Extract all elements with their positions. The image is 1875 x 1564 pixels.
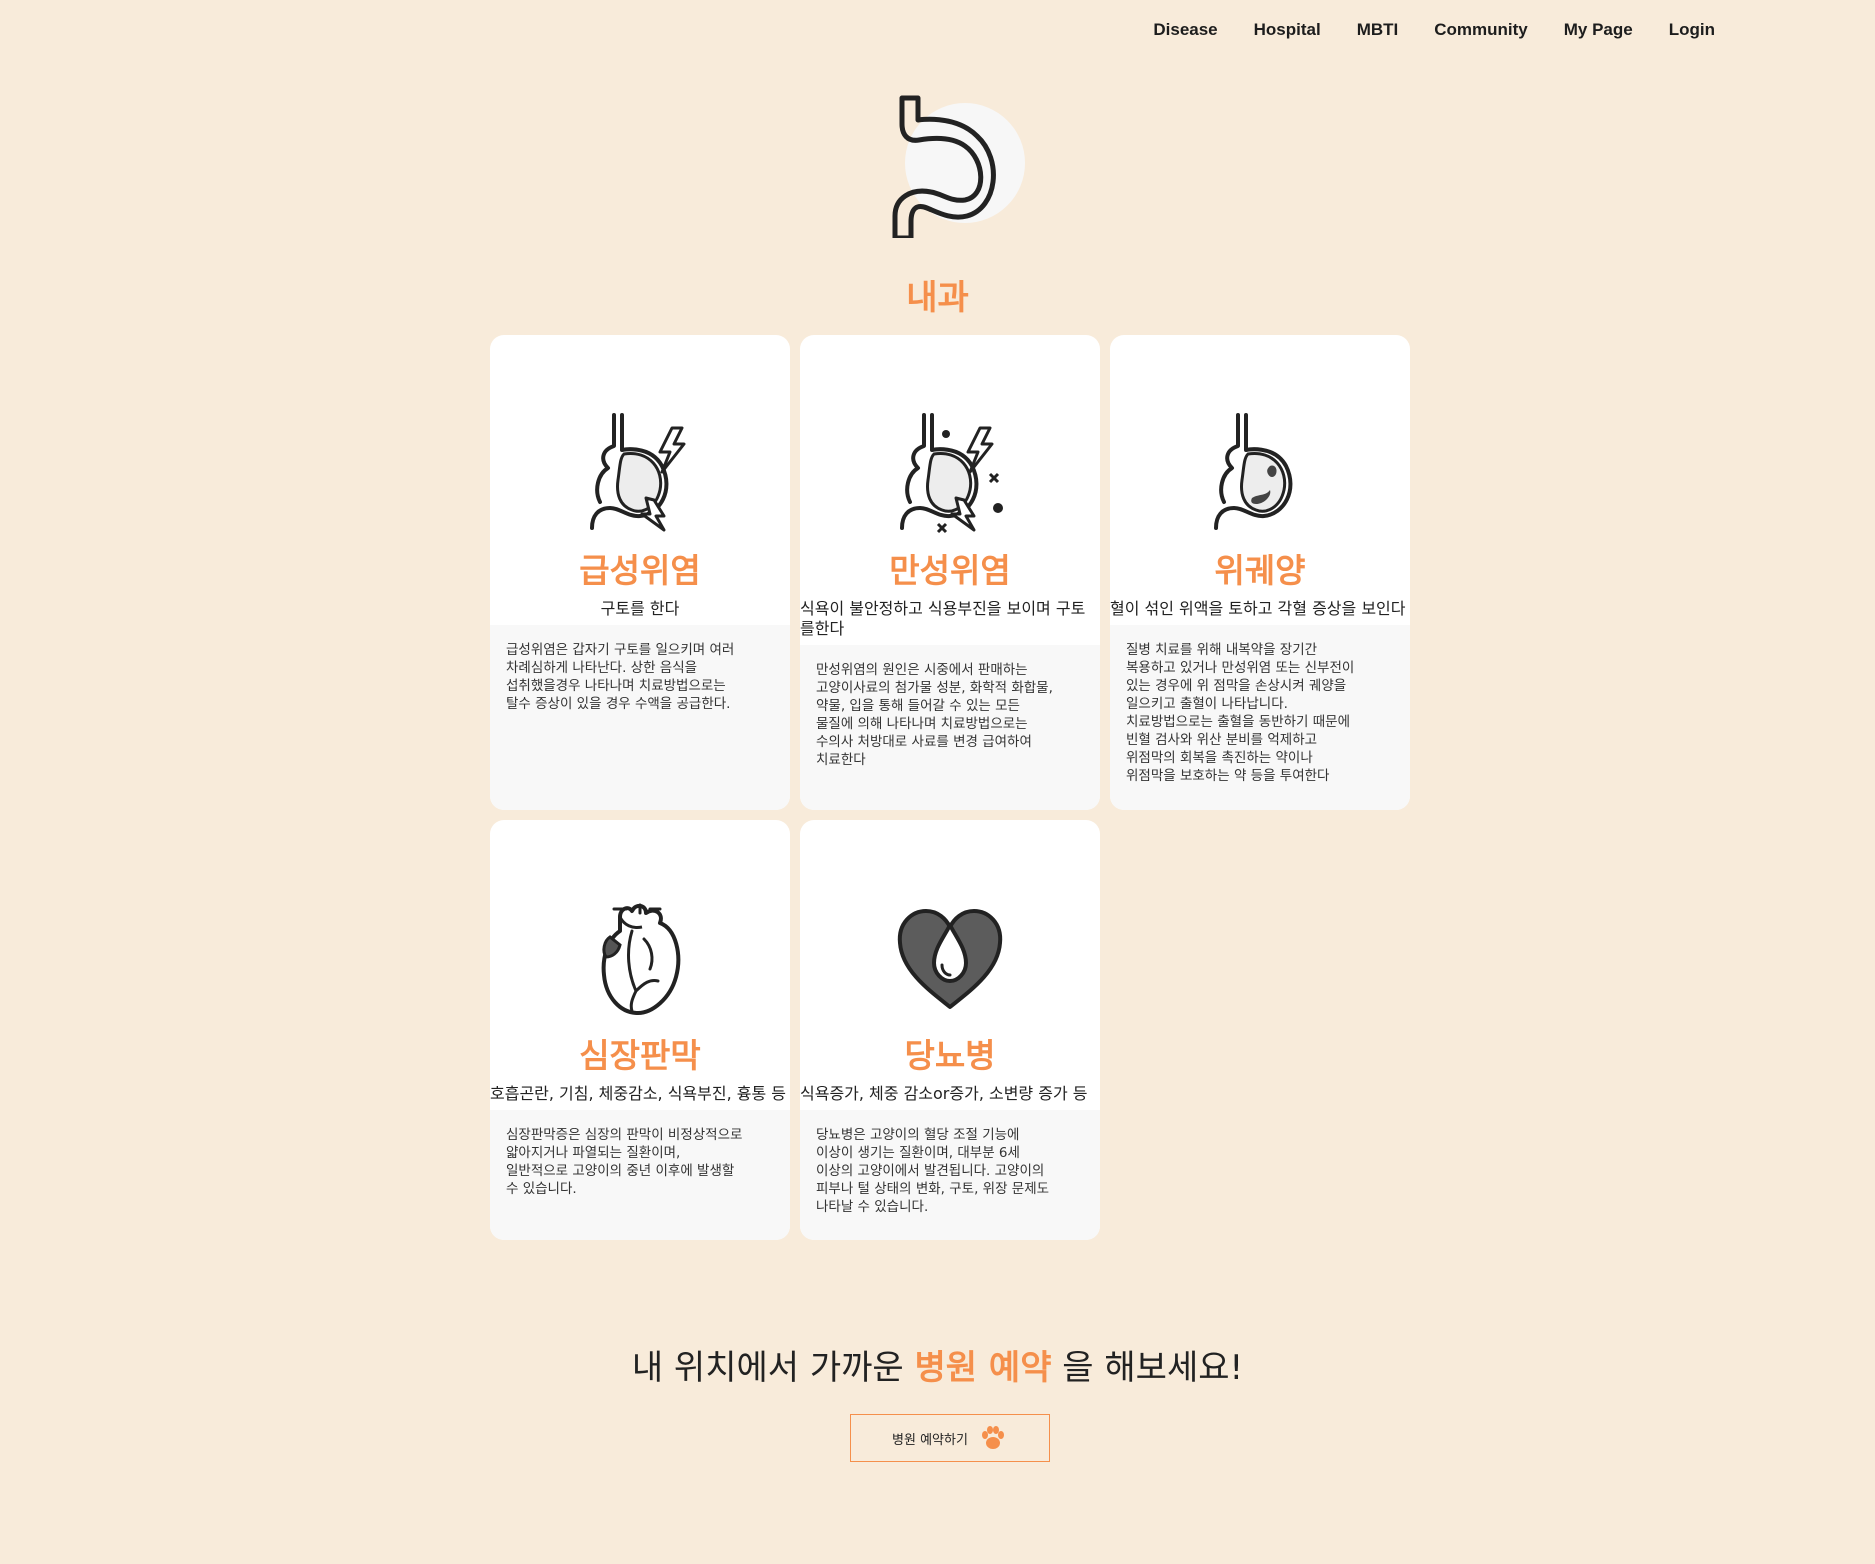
disease-name: 만성위염 (889, 551, 1011, 590)
cta-prefix: 내 위치에서 가까운 (631, 1348, 915, 1388)
stomach-icon (885, 88, 1025, 241)
disease-symptom: 혈이 섞인 위액을 토하고 각혈 증상을 보인다 (1110, 599, 1406, 619)
nav-community[interactable]: Community (1434, 20, 1528, 40)
disease-name: 위궤양 (1214, 551, 1306, 590)
top-nav: Disease Hospital MBTI Community My Page … (1153, 20, 1715, 40)
page-title: 내과 (906, 278, 969, 318)
disease-symptom: 식욕이 불안정하고 식용부진을 보이며 구토를한다 (800, 599, 1086, 639)
disease-description: 당뇨병은 고양이의 혈당 조절 기능에 이상이 생기는 질환이며, 대부분 6세… (800, 1110, 1100, 1240)
hospital-reservation-button[interactable]: 병원 예약하기 (850, 1414, 1050, 1462)
heart-organ-icon (601, 903, 681, 1015)
disease-description: 만성위염의 원인은 시중에서 판매하는 고양이사료의 첨가물 성분, 화학적 화… (800, 645, 1100, 810)
disease-card[interactable]: 위궤양 혈이 섞인 위액을 토하고 각혈 증상을 보인다 질병 치료를 위해 내… (1110, 335, 1410, 810)
cta-highlight: 병원 예약 (914, 1348, 1052, 1388)
nav-mbti[interactable]: MBTI (1357, 20, 1399, 40)
disease-symptom: 구토를 한다 (600, 599, 680, 619)
heart-drop-icon (897, 909, 1003, 1009)
nav-disease[interactable]: Disease (1153, 20, 1217, 40)
paw-icon (981, 1426, 1004, 1449)
disease-card[interactable]: 급성위염 구토를 한다 급성위염은 갑자기 구토를 일으키며 여러 차례심하게 … (490, 335, 790, 810)
disease-symptom: 호흡곤란, 기침, 체중감소, 식욕부진, 흉통 등 (490, 1084, 787, 1104)
disease-description: 질병 치료를 위해 내복약을 장기간 복용하고 있거나 만성위염 또는 신부전이… (1110, 625, 1410, 810)
stomach-ulcer-icon (1214, 413, 1293, 530)
disease-symptom: 식욕증가, 체중 감소or증가, 소변량 증가 등 (800, 1084, 1088, 1104)
disease-card[interactable]: 심장판막 호흡곤란, 기침, 체중감소, 식욕부진, 흉통 등 심장판막증은 심… (490, 820, 790, 1240)
stomach-chronic-icon (900, 413, 1003, 534)
disease-name: 심장판막 (579, 1036, 701, 1075)
disease-description: 급성위염은 갑자기 구토를 일으키며 여러 차례심하게 나타난다. 상한 음식을… (490, 625, 790, 810)
disease-card[interactable]: 만성위염 식욕이 불안정하고 식용부진을 보이며 구토를한다 만성위염의 원인은… (800, 335, 1100, 810)
reservation-prompt: 내 위치에서 가까운 병원 예약 을 해보세요! (0, 1340, 1875, 1389)
disease-card[interactable]: 당뇨병 식욕증가, 체중 감소or증가, 소변량 증가 등 당뇨병은 고양이의 … (800, 820, 1100, 1240)
nav-my-page[interactable]: My Page (1564, 20, 1633, 40)
nav-hospital[interactable]: Hospital (1254, 20, 1321, 40)
nav-login[interactable]: Login (1669, 20, 1715, 40)
stomach-pain-icon (590, 413, 686, 532)
disease-grid: 급성위염 구토를 한다 급성위염은 갑자기 구토를 일으키며 여러 차례심하게 … (490, 335, 1410, 1240)
disease-name: 급성위염 (579, 551, 701, 590)
disease-name: 당뇨병 (904, 1036, 996, 1075)
disease-description: 심장판막증은 심장의 판막이 비정상적으로 얇아지거나 파열되는 질환이며, 일… (490, 1110, 790, 1240)
cta-suffix: 을 해보세요! (1051, 1348, 1244, 1388)
reservation-button-label: 병원 예약하기 (892, 1432, 968, 1448)
